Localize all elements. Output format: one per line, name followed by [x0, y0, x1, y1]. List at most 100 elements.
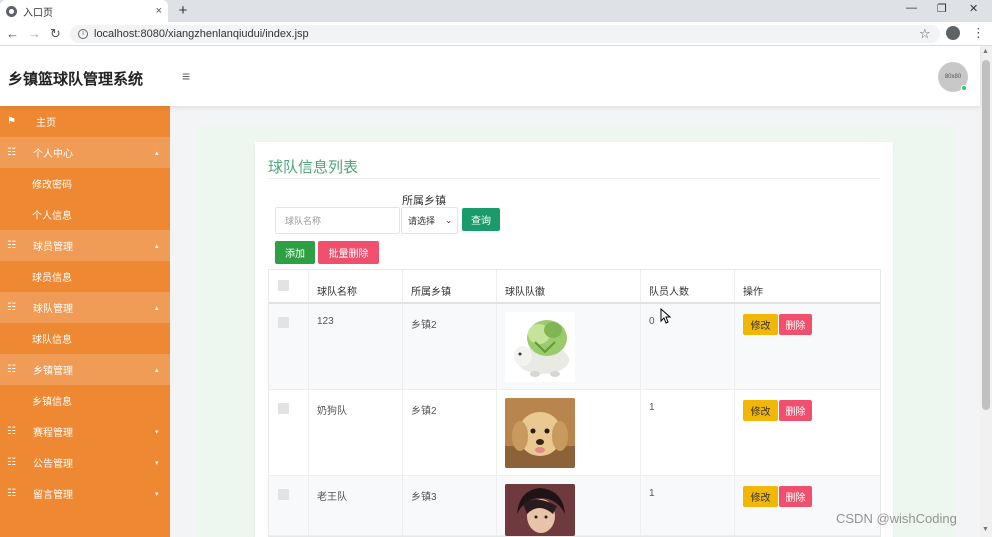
sidebar-item-label: 个人中心 [33, 149, 73, 160]
profile-icon[interactable] [946, 26, 960, 40]
watermark: CSDN @wishCoding [836, 511, 957, 526]
tab-title: 入口页 [23, 7, 53, 19]
logo-cell [497, 390, 641, 475]
sidebar-item-player-management[interactable]: ☷ 球员管理 ▴ [0, 230, 170, 261]
sidebar-item-announcement-management[interactable]: ☷ 公告管理 ▾ [0, 447, 170, 478]
chevron-up-icon: ▴ [155, 242, 159, 250]
member-count-cell: 1 [641, 476, 735, 535]
new-tab-icon[interactable]: + [176, 2, 190, 19]
table-header-row: 球队名称 所属乡镇 球队队徽 队员人数 操作 [269, 270, 880, 304]
browser-menu-icon[interactable]: ⋮ [972, 25, 985, 41]
app-header: 乡镇篮球队管理系统 ≡ 80x80 [0, 46, 980, 106]
team-name: 123 [317, 316, 334, 327]
member-count: 1 [649, 402, 655, 413]
chevron-up-icon: ▴ [155, 366, 159, 374]
row-checkbox[interactable] [278, 489, 289, 500]
select-value: 请选择 [408, 216, 436, 226]
person-image [505, 484, 575, 536]
sidebar-item-town-management[interactable]: ☷ 乡镇管理 ▴ [0, 354, 170, 385]
sidebar-item-change-password[interactable]: 修改密码 [0, 168, 170, 199]
sidebar-item-label: 公告管理 [33, 459, 73, 470]
town-cell: 乡镇2 [403, 390, 497, 475]
header-cell: 球队队徽 [497, 270, 641, 302]
globe-icon [6, 5, 17, 17]
query-button[interactable]: 查询 [462, 208, 500, 231]
url-field[interactable]: i localhost:8080/xiangzhenlanqiudui/inde… [70, 25, 940, 43]
header-cell: 队员人数 [641, 270, 735, 302]
sidebar-item-label: 乡镇管理 [33, 366, 73, 377]
town-cell: 乡镇3 [403, 476, 497, 535]
chevron-down-icon: ▾ [155, 490, 159, 498]
sidebar-item-player-info[interactable]: 球员信息 [0, 261, 170, 292]
grid-icon: ☷ [7, 488, 16, 499]
table-row: 老王队 乡镇3 1 修改 删除 [269, 476, 880, 536]
edit-button[interactable]: 修改 [743, 486, 778, 507]
delete-button[interactable]: 删除 [779, 314, 812, 335]
sidebar-item-message-management[interactable]: ☷ 留言管理 ▾ [0, 478, 170, 509]
member-count-cell: 0 [641, 304, 735, 389]
header-cell: 操作 [735, 270, 882, 302]
browser-tab[interactable]: 入口页 × [0, 0, 168, 22]
header-checkbox-cell [269, 270, 309, 302]
town-name: 乡镇3 [411, 492, 437, 503]
chevron-up-icon: ▴ [155, 304, 159, 312]
sidebar-item-personal-info[interactable]: 个人信息 [0, 199, 170, 230]
page-scrollbar[interactable]: ▲ ▼ [980, 46, 992, 537]
address-bar: ← → ↻ i localhost:8080/xiangzhenlanqiudu… [0, 22, 992, 46]
restore-icon[interactable]: ❐ [937, 2, 947, 15]
sidebar-item-town-info[interactable]: 乡镇信息 [0, 385, 170, 416]
logo-cell [497, 304, 641, 389]
member-count-cell: 1 [641, 390, 735, 475]
reload-icon[interactable]: ↻ [50, 26, 61, 42]
info-icon[interactable]: i [78, 29, 88, 39]
minimize-icon[interactable]: — [906, 2, 917, 14]
scroll-down-icon[interactable]: ▼ [982, 526, 989, 533]
online-status-dot [961, 85, 967, 91]
window-close-icon[interactable]: ✕ [969, 2, 978, 15]
sidebar-item-schedule-management[interactable]: ☷ 赛程管理 ▾ [0, 416, 170, 447]
team-name-cell: 123 [309, 304, 403, 389]
column-header: 操作 [743, 287, 763, 298]
scroll-up-icon[interactable]: ▲ [982, 48, 989, 55]
puppy-image [505, 398, 575, 468]
town-name: 乡镇2 [411, 406, 437, 417]
column-header: 球队队徽 [505, 287, 545, 298]
column-header: 球队名称 [317, 287, 357, 298]
row-checkbox[interactable] [278, 403, 289, 414]
hamburger-menu-icon[interactable]: ≡ [182, 68, 190, 84]
row-checkbox[interactable] [278, 317, 289, 328]
actions-cell: 修改 删除 [735, 304, 882, 389]
sidebar-item-team-management[interactable]: ☷ 球队管理 ▴ [0, 292, 170, 323]
sidebar-item-personal-center[interactable]: ☷ 个人中心 ▴ [0, 137, 170, 168]
delete-button[interactable]: 删除 [779, 400, 812, 421]
sidebar-item-team-info[interactable]: 球队信息 [0, 323, 170, 354]
table-row: 123 乡镇2 0 修改 删除 [269, 304, 880, 390]
browser-tab-bar: 入口页 × + — ❐ ✕ [0, 0, 992, 22]
sidebar-item-label: 球队信息 [32, 335, 72, 346]
sidebar-item-label: 个人信息 [32, 211, 72, 222]
edit-button[interactable]: 修改 [743, 314, 778, 335]
team-name: 奶狗队 [317, 406, 347, 417]
team-table: 球队名称 所属乡镇 球队队徽 队员人数 操作 123 乡镇2 0 修改 删除 奶… [268, 269, 881, 537]
town-select[interactable]: 请选择 ⌄ [401, 207, 458, 234]
delete-button[interactable]: 删除 [779, 486, 812, 507]
forward-icon[interactable]: → [28, 26, 41, 41]
page-title: 球队信息列表 [268, 159, 359, 176]
team-name-search-input[interactable]: 球队名称 [275, 207, 400, 234]
header-cell: 所属乡镇 [403, 270, 497, 302]
avatar[interactable]: 80x80 [938, 62, 968, 92]
sidebar-item-home[interactable]: ⚑ 主页 [0, 106, 170, 137]
scrollbar-thumb[interactable] [982, 60, 990, 410]
table-row: 奶狗队 乡镇2 1 修改 删除 [269, 390, 880, 476]
add-button[interactable]: 添加 [275, 241, 315, 264]
back-icon[interactable]: ← [6, 26, 19, 41]
row-checkbox-cell [269, 390, 309, 475]
logo-cell [497, 476, 641, 536]
batch-delete-button[interactable]: 批量删除 [318, 241, 379, 264]
chevron-up-icon: ▴ [155, 149, 159, 157]
edit-button[interactable]: 修改 [743, 400, 778, 421]
select-all-checkbox[interactable] [278, 280, 289, 291]
bookmark-star-icon[interactable]: ☆ [919, 26, 931, 42]
town-name: 乡镇2 [411, 320, 437, 331]
tab-close-icon[interactable]: × [156, 5, 162, 17]
